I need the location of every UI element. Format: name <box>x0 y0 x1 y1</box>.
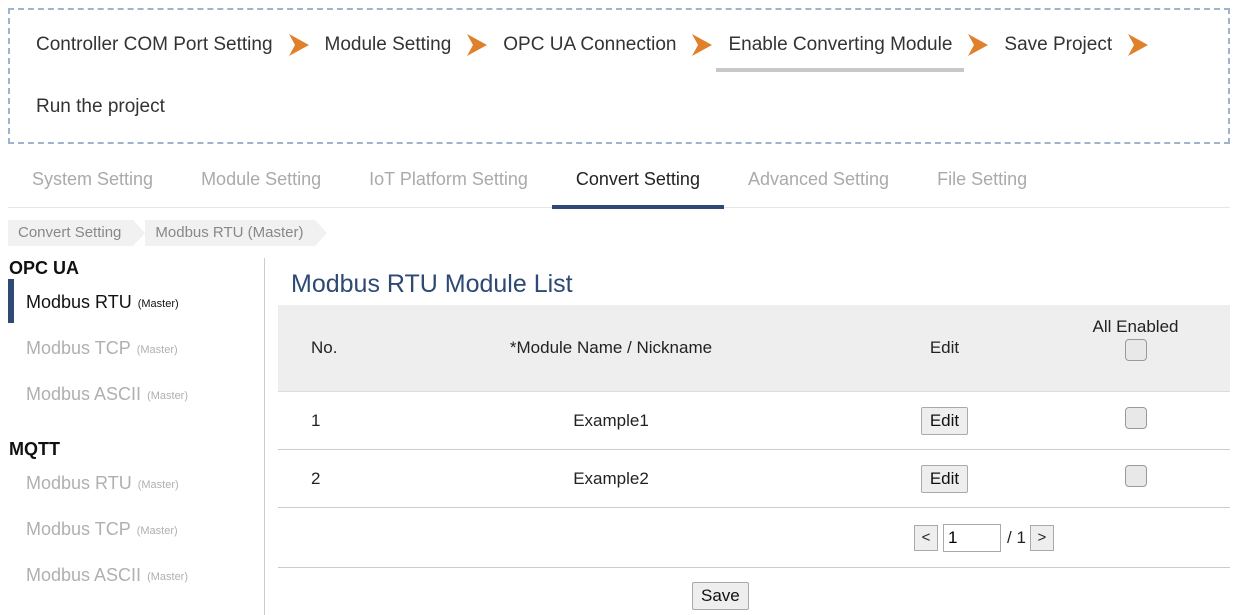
sidebar-item-opcua-modbus-ascii[interactable]: Modbus ASCII (Master) <box>8 371 264 417</box>
sidebar-group-opc-ua: OPC UA <box>9 258 80 278</box>
row-number: 2 <box>311 468 321 488</box>
wizard-step-save-project[interactable]: Save Project <box>1004 34 1112 56</box>
page-number-input[interactable] <box>943 523 1001 552</box>
row-number: 1 <box>311 410 321 430</box>
edit-button[interactable]: Edit <box>920 464 969 493</box>
sidebar-item-tag: (Master) <box>136 344 178 356</box>
chevron-right-icon <box>463 32 491 58</box>
tab-iot-platform-setting[interactable]: IoT Platform Setting <box>345 152 552 208</box>
wizard-row: Controller COM Port Setting Module Setti… <box>36 32 1164 72</box>
sidebar-item-tag: (Master) <box>147 571 189 583</box>
sidebar-item-label: Modbus RTU <box>26 291 132 312</box>
wizard-step-module-setting[interactable]: Module Setting <box>325 34 452 56</box>
save-button[interactable]: Save <box>692 582 749 610</box>
all-enabled-checkbox[interactable] <box>1124 339 1147 361</box>
sidebar: OPC UA Modbus RTU (Master) Modbus TCP (M… <box>8 258 265 615</box>
header-module-name: *Module Name / Nickname <box>509 338 713 357</box>
page-total: / 1 <box>1007 527 1026 547</box>
table-row: 2 Example2 Edit <box>278 450 1230 508</box>
breadcrumb: Convert Setting Modbus RTU (Master) <box>8 220 328 246</box>
tab-convert-setting[interactable]: Convert Setting <box>551 152 725 209</box>
tab-system-setting[interactable]: System Setting <box>8 152 177 208</box>
chevron-right-icon <box>285 32 313 58</box>
tab-advanced-setting[interactable]: Advanced Setting <box>724 152 913 208</box>
wizard-step-com-port[interactable]: Controller COM Port Setting <box>36 34 273 56</box>
sidebar-item-mqtt-modbus-tcp[interactable]: Modbus TCP (Master) <box>8 506 264 552</box>
sidebar-item-tag: (Master) <box>136 525 178 537</box>
header-edit: Edit <box>929 338 960 357</box>
next-page-button[interactable]: > <box>1029 524 1054 551</box>
sidebar-item-label: Modbus TCP <box>26 518 131 539</box>
sidebar-item-tag: (Master) <box>147 390 189 402</box>
chevron-right-icon <box>964 32 992 58</box>
prev-page-button[interactable]: < <box>914 524 938 551</box>
table-header: No. *Module Name / Nickname Edit All Ena… <box>278 305 1230 392</box>
row-module-name: Example1 <box>573 410 649 430</box>
wizard-row: Run the project <box>36 96 165 118</box>
header-all-enabled-label: All Enabled <box>1092 317 1179 336</box>
page-title: Modbus RTU Module List <box>291 270 573 298</box>
sidebar-item-opcua-modbus-rtu[interactable]: Modbus RTU (Master) <box>8 279 264 325</box>
row-enabled-checkbox[interactable] <box>1124 407 1147 429</box>
table-row: 1 Example1 Edit <box>278 392 1230 450</box>
sidebar-item-label: Modbus ASCII <box>26 383 142 404</box>
main-tabs: System Setting Module Setting IoT Platfo… <box>8 152 1230 209</box>
chevron-right-icon <box>1124 32 1152 58</box>
pagination: < / 1 > <box>914 523 1054 552</box>
row-enabled-checkbox[interactable] <box>1124 465 1147 487</box>
edit-button[interactable]: Edit <box>920 406 969 435</box>
sidebar-item-label: Modbus TCP <box>26 337 131 358</box>
setup-wizard: Controller COM Port Setting Module Setti… <box>8 8 1230 144</box>
sidebar-item-tag: (Master) <box>137 479 179 491</box>
header-no: No. <box>311 338 338 357</box>
row-module-name: Example2 <box>573 468 649 488</box>
module-table: No. *Module Name / Nickname Edit All Ena… <box>278 305 1230 568</box>
sidebar-item-label: Modbus RTU <box>26 472 132 493</box>
sidebar-item-label: Modbus ASCII <box>26 564 142 585</box>
chevron-right-icon <box>688 32 716 58</box>
wizard-step-run-project[interactable]: Run the project <box>36 96 165 118</box>
sidebar-item-mqtt-modbus-rtu[interactable]: Modbus RTU (Master) <box>8 460 264 506</box>
breadcrumb-modbus-rtu: Modbus RTU (Master) <box>145 220 328 246</box>
sidebar-item-tag: (Master) <box>137 298 179 310</box>
tab-file-setting[interactable]: File Setting <box>913 152 1051 208</box>
wizard-step-enable-converting[interactable]: Enable Converting Module <box>716 34 965 72</box>
tab-module-setting[interactable]: Module Setting <box>177 152 345 208</box>
sidebar-group-mqtt: MQTT <box>9 439 60 459</box>
breadcrumb-convert-setting[interactable]: Convert Setting <box>8 220 146 246</box>
header-all-enabled: All Enabled <box>1041 317 1230 371</box>
sidebar-item-mqtt-modbus-ascii[interactable]: Modbus ASCII (Master) <box>8 552 264 598</box>
wizard-step-opc-ua[interactable]: OPC UA Connection <box>503 34 676 56</box>
sidebar-item-opcua-modbus-tcp[interactable]: Modbus TCP (Master) <box>8 325 264 371</box>
pagination-row: < / 1 > <box>278 508 1230 568</box>
